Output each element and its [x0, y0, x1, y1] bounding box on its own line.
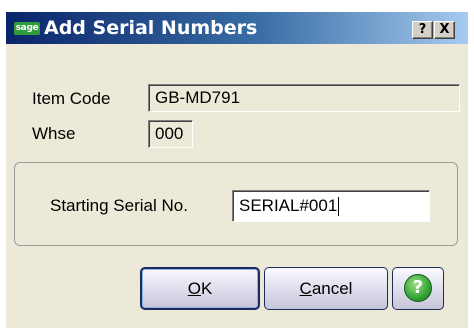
starting-serial-label: Starting Serial No.	[50, 196, 188, 215]
cancel-button[interactable]: Cancel	[264, 267, 388, 310]
starting-serial-value: SERIAL#001	[239, 196, 338, 215]
cancel-label-rest: ancel	[311, 279, 353, 298]
ok-label-rest: K	[200, 279, 213, 298]
window-title: Add Serial Numbers	[44, 17, 258, 39]
ok-mnemonic: O	[187, 279, 201, 298]
cancel-mnemonic: C	[299, 279, 312, 298]
title-help-button[interactable]: ?	[412, 21, 433, 39]
text-caret	[338, 197, 340, 217]
item-code-label: Item Code	[32, 89, 111, 108]
add-serial-numbers-dialog: sage Add Serial Numbers ? X Item Code GB…	[6, 12, 468, 328]
starting-serial-input[interactable]: SERIAL#001	[232, 190, 430, 222]
item-code-field: GB-MD791	[148, 84, 460, 112]
title-bar[interactable]: sage Add Serial Numbers ? X	[6, 12, 468, 44]
help-button[interactable]: ?	[392, 267, 444, 310]
ok-button[interactable]: OK	[140, 267, 260, 310]
help-question-icon: ?	[404, 274, 432, 302]
whse-field: 000	[148, 120, 193, 148]
sage-logo-icon: sage	[14, 22, 40, 35]
title-close-button[interactable]: X	[434, 21, 455, 39]
whse-label: Whse	[32, 124, 76, 143]
